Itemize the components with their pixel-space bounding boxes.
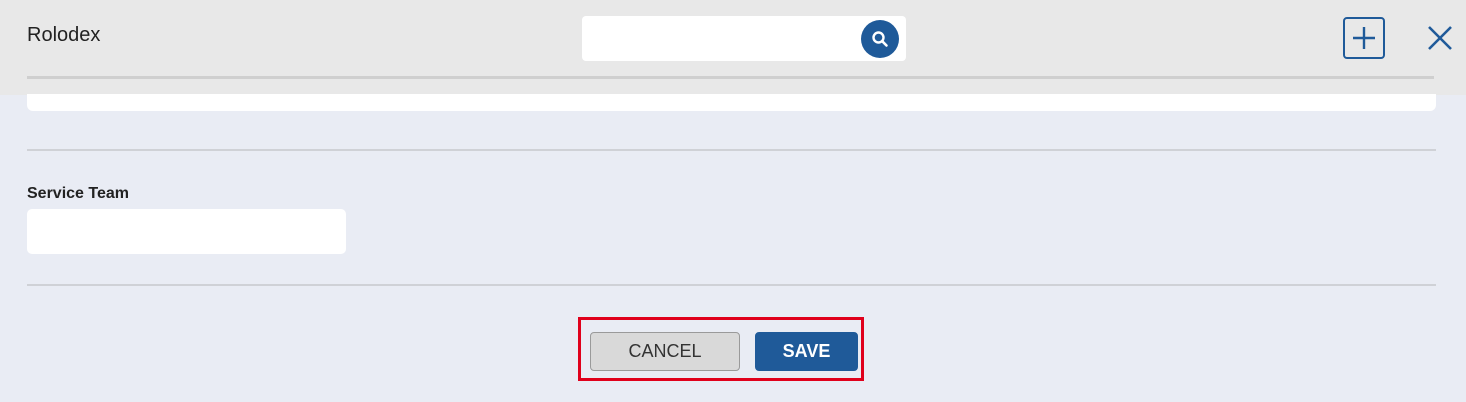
- search-button[interactable]: [861, 20, 899, 58]
- plus-icon: [1353, 27, 1375, 49]
- search-icon: [872, 31, 888, 47]
- close-button[interactable]: [1425, 23, 1455, 53]
- search-box: [582, 16, 906, 61]
- section-divider: [27, 149, 1436, 151]
- header-bar: Rolodex: [0, 0, 1466, 95]
- page-title: Rolodex: [27, 24, 101, 46]
- save-button[interactable]: SAVE: [755, 332, 858, 371]
- search-input[interactable]: [590, 22, 856, 56]
- service-team-label: Service Team: [27, 185, 129, 202]
- close-icon: [1428, 26, 1452, 50]
- add-button[interactable]: [1343, 17, 1385, 59]
- service-team-input[interactable]: [27, 209, 346, 254]
- section-divider: [27, 284, 1436, 286]
- cancel-button[interactable]: CANCEL: [590, 332, 740, 371]
- header-divider: [27, 76, 1434, 79]
- previous-field-input[interactable]: [27, 94, 1436, 111]
